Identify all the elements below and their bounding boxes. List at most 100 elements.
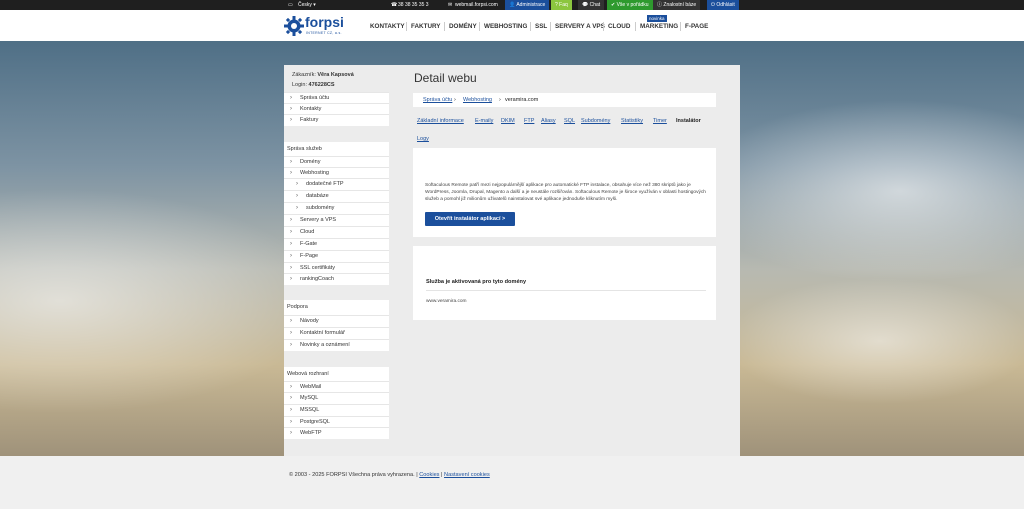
nav-cloud[interactable]: CLOUD <box>608 23 630 30</box>
logo-text: forpsi <box>305 14 344 30</box>
chevron-right-icon: › <box>290 95 292 101</box>
sidebar-item-label: PostgreSQL <box>300 419 330 425</box>
tab-sql[interactable]: SQL <box>564 118 575 124</box>
tab-statistiky[interactable]: Statistiky <box>621 118 643 124</box>
footer-text: © 2003 - 2025 FORPSI Všechna práva vyhra… <box>289 472 490 478</box>
language-selector[interactable]: Česky ▾ <box>298 0 316 10</box>
sidebar-item-mssql[interactable]: › MSSQL <box>284 404 389 416</box>
footer: © 2003 - 2025 FORPSI Všechna práva vyhra… <box>0 456 1024 509</box>
status-badge[interactable]: ✔ Vše v pořádku <box>607 0 653 10</box>
logo-gear-icon <box>284 16 304 36</box>
chevron-right-icon: › <box>290 395 292 401</box>
kb-label: Znalostní báze <box>663 2 697 8</box>
sidebar-item-rankingcoach[interactable]: › rankingCoach <box>284 273 389 285</box>
tab-zakladni-informace[interactable]: Základní informace <box>417 118 464 124</box>
sidebar-item-label: rankingCoach <box>300 276 334 282</box>
chevron-right-icon: › <box>290 330 292 336</box>
tab-emaily[interactable]: E-maily <box>475 118 493 124</box>
status-label: Vše v pořádku <box>616 2 649 8</box>
installer-description: Softaculous Remote patří mezi nejpopulár… <box>425 183 706 202</box>
sidebar-item-kontaktni-formular[interactable]: › Kontaktní formulář <box>284 327 389 339</box>
tab-timer[interactable]: Timer <box>653 118 667 124</box>
tab-subdomeny[interactable]: Subdomény <box>581 118 610 124</box>
cookies-link[interactable]: Cookies <box>419 472 439 478</box>
chevron-right-icon: › <box>290 407 292 413</box>
faq-button[interactable]: ? Faq <box>551 0 572 10</box>
top-bar: ▭ Česky ▾ ☎ 38 38 35 35 3 ✉ webmail.forp… <box>0 0 1024 10</box>
service-panel: Služba je aktivovaná pro tyto domény www… <box>413 246 716 320</box>
logout-button[interactable]: ⏻ Odhlásit <box>707 0 739 10</box>
nav-divider <box>479 22 480 31</box>
nav-marketing[interactable]: MARKETING <box>640 23 678 30</box>
tab-instalator[interactable]: Instalátor <box>676 118 701 124</box>
sidebar-item-label: F-Gate <box>300 241 318 247</box>
breadcrumb-sprava-uctu[interactable]: Správa účtu <box>423 97 452 103</box>
chevron-right-icon: › <box>290 419 292 425</box>
chevron-right-icon: › <box>290 159 292 165</box>
customer-info: Zákazník: Věra Kapsová Login: 476228CS <box>292 70 354 90</box>
chevron-right-icon: › <box>290 117 292 123</box>
sidebar-item-dodatecne-ftp[interactable]: › dodatečné FTP <box>284 178 389 190</box>
tab-aliasy[interactable]: Aliasy <box>541 118 556 124</box>
login-label: Login: <box>292 82 307 88</box>
sidebar-item-servery[interactable]: › Servery a VPS <box>284 214 389 226</box>
page-title: Detail webu <box>414 71 477 85</box>
sidebar-item-label: Kontaktní formulář <box>300 330 345 336</box>
nav-webhosting[interactable]: WEBHOSTING <box>484 23 527 30</box>
services-menu: Správa služeb › Domény › Webhosting › dodat… <box>284 142 389 285</box>
open-installer-button[interactable]: Otevřít instalátor aplikací > <box>425 212 515 226</box>
chevron-right-icon: › <box>290 342 292 348</box>
sidebar-item-label: MySQL <box>300 395 319 401</box>
sidebar-item-cloud[interactable]: › Cloud <box>284 226 389 238</box>
sidebar-item-label: databáze <box>306 193 329 199</box>
sidebar-item-label: Cloud <box>300 229 315 235</box>
sidebar-item-label: Návody <box>300 318 319 324</box>
breadcrumb-webhosting[interactable]: Webhosting <box>463 97 492 103</box>
chevron-right-icon: › <box>290 384 292 390</box>
nav-ssl[interactable]: SSL <box>535 23 547 30</box>
sidebar-item-label: Novinky a oznámení <box>300 342 350 348</box>
sidebar-item-fpage[interactable]: › F-Page <box>284 250 389 262</box>
nav-divider <box>635 22 636 31</box>
sidebar-item-navody[interactable]: › Návody <box>284 315 389 327</box>
nav-faktury[interactable]: FAKTURY <box>411 23 441 30</box>
chevron-right-icon: › <box>290 229 292 235</box>
customer-label: Zákazník: <box>292 72 316 78</box>
nav-domeny[interactable]: DOMÉNY <box>449 23 477 30</box>
tab-logy[interactable]: Logy <box>417 136 429 142</box>
nav-divider <box>680 22 681 31</box>
tab-ftp[interactable]: FTP <box>524 118 534 124</box>
chevron-right-icon: › <box>290 106 292 112</box>
tab-dkim[interactable]: DKIM <box>501 118 515 124</box>
admin-button[interactable]: 👤 Administrace <box>505 0 550 10</box>
sidebar-item-mysql[interactable]: › MySQL <box>284 392 389 404</box>
chevron-right-icon: › <box>290 265 292 271</box>
nav-fpage[interactable]: F-PAGE <box>685 23 708 30</box>
breadcrumb-current: veramira.com <box>505 97 539 103</box>
sidebar-item-faktury[interactable]: › Faktury <box>284 114 389 126</box>
phone-number: 38 38 35 35 3 <box>398 2 429 8</box>
support-title: Podpora <box>287 304 308 310</box>
logo-subtitle: INTERNET CZ, a.s. <box>306 31 342 35</box>
chevron-right-icon: › <box>290 318 292 324</box>
chat-button[interactable]: 💬 Chat <box>578 0 605 10</box>
cookie-settings-link[interactable]: Nastavení cookies <box>444 472 490 478</box>
sidebar-item-subdomeny[interactable]: › subdomény <box>284 202 389 214</box>
chevron-right-icon: › <box>296 193 298 199</box>
knowledge-base-button[interactable]: ⓘ Znalostní báze <box>653 0 701 10</box>
sidebar-item-webftp[interactable]: › WebFTP <box>284 427 389 439</box>
header: forpsi INTERNET CZ, a.s. KONTAKTY FAKTUR… <box>0 10 1024 41</box>
forpsi-logo[interactable]: forpsi INTERNET CZ, a.s. <box>284 13 364 39</box>
nav-servery[interactable]: SERVERY A VPS <box>555 23 605 30</box>
chevron-right-icon: › <box>290 170 292 176</box>
sidebar-item-databaze[interactable]: › databáze <box>284 190 389 202</box>
breadcrumb: Správa účtu › Webhosting › veramira.com <box>413 93 716 107</box>
sidebar-item-fgate[interactable]: › F-Gate <box>284 238 389 250</box>
flag-icon: ▭ <box>288 2 293 8</box>
nav-kontakty[interactable]: KONTAKTY <box>370 23 405 30</box>
webmail-link[interactable]: webmail.forpsi.com <box>455 0 498 10</box>
chevron-right-icon: › <box>290 241 292 247</box>
chevron-right-icon: › <box>290 217 292 223</box>
sidebar-item-novinky[interactable]: › Novinky a oznámení <box>284 339 389 351</box>
web-interfaces-title: Webová rozhraní <box>287 371 329 377</box>
